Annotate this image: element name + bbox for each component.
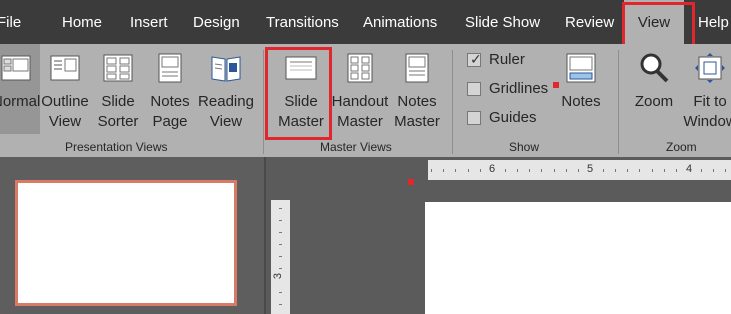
slide-sorter-icon xyxy=(103,54,133,82)
horizontal-ruler[interactable]: 6 5 4 xyxy=(428,160,731,180)
reading-view-label: Reading View xyxy=(198,93,254,130)
checkbox-box xyxy=(467,111,481,125)
handout-master-icon xyxy=(347,53,373,83)
ribbon-tab-bar: File Home Insert Design Transitions Anim… xyxy=(0,0,731,44)
notes-icon xyxy=(566,53,596,83)
tab-home[interactable]: Home xyxy=(62,0,102,44)
checkbox-box xyxy=(467,82,481,96)
presentation-views-group-label: Presentation Views xyxy=(65,140,168,154)
tab-review[interactable]: Review xyxy=(565,0,614,44)
fit-to-window-icon xyxy=(695,53,725,83)
notes-master-label: Notes Master xyxy=(394,93,440,130)
tab-design[interactable]: Design xyxy=(193,0,240,44)
handout-master-label: Handout Master xyxy=(331,93,389,130)
notes-master-button[interactable]: Notes Master xyxy=(393,44,441,134)
outline-view-label: Outline View xyxy=(41,93,89,130)
notes-button[interactable]: Notes xyxy=(558,44,604,134)
show-group-label: Show xyxy=(509,140,540,154)
normal-view-icon xyxy=(1,55,31,81)
notes-page-button[interactable]: Notes Page xyxy=(147,44,193,134)
tab-transitions[interactable]: Transitions xyxy=(266,0,339,44)
reading-view-button[interactable]: Reading View xyxy=(197,44,255,134)
tab-view[interactable]: View xyxy=(624,0,684,44)
checkmark-icon: ✓ xyxy=(470,51,482,67)
slide-thumbnail[interactable] xyxy=(15,180,237,306)
red-marker xyxy=(408,179,414,185)
tab-slide-show[interactable]: Slide Show xyxy=(465,0,540,44)
group-separator xyxy=(263,50,264,154)
vertical-ruler[interactable]: 3 xyxy=(271,200,290,314)
normal-view-button[interactable]: Normal xyxy=(0,44,40,134)
ruler-number: 5 xyxy=(587,163,594,175)
slide-sorter-label: Slide Sorter xyxy=(97,93,139,130)
notes-page-icon xyxy=(158,53,182,83)
group-separator xyxy=(452,50,453,154)
tab-animations[interactable]: Animations xyxy=(363,0,437,44)
fit-to-window-button[interactable]: Fit to Window xyxy=(683,44,731,134)
tab-file[interactable]: File xyxy=(0,0,21,44)
ruler-number: 6 xyxy=(489,163,496,175)
outline-view-icon xyxy=(50,55,80,81)
handout-master-button[interactable]: Handout Master xyxy=(331,44,389,134)
fit-to-window-label: Fit to Window xyxy=(683,93,731,130)
group-separator xyxy=(618,50,619,154)
slide-master-icon xyxy=(285,56,317,80)
ribbon: Normal Outline View Slide Sorter xyxy=(0,44,731,194)
slide-sorter-button[interactable]: Slide Sorter xyxy=(94,44,142,134)
zoom-group-label: Zoom xyxy=(666,140,697,154)
master-views-group-label: Master Views xyxy=(320,140,392,154)
ruler-number: 4 xyxy=(686,163,693,175)
notes-master-icon xyxy=(405,53,429,83)
slide-master-label: Slide Master xyxy=(278,93,324,130)
zoom-button[interactable]: Zoom xyxy=(629,44,679,134)
ruler-number: 3 xyxy=(272,272,285,280)
reading-view-icon xyxy=(211,56,241,82)
tab-help[interactable]: Help xyxy=(698,0,729,44)
outline-view-button[interactable]: Outline View xyxy=(40,44,90,134)
magnifier-icon xyxy=(640,53,669,83)
checkbox-box: ✓ xyxy=(467,51,482,67)
tab-insert[interactable]: Insert xyxy=(130,0,168,44)
slide-master-button[interactable]: Slide Master xyxy=(273,44,329,134)
slide-canvas[interactable] xyxy=(425,202,731,314)
notes-page-label: Notes Page xyxy=(150,93,190,130)
